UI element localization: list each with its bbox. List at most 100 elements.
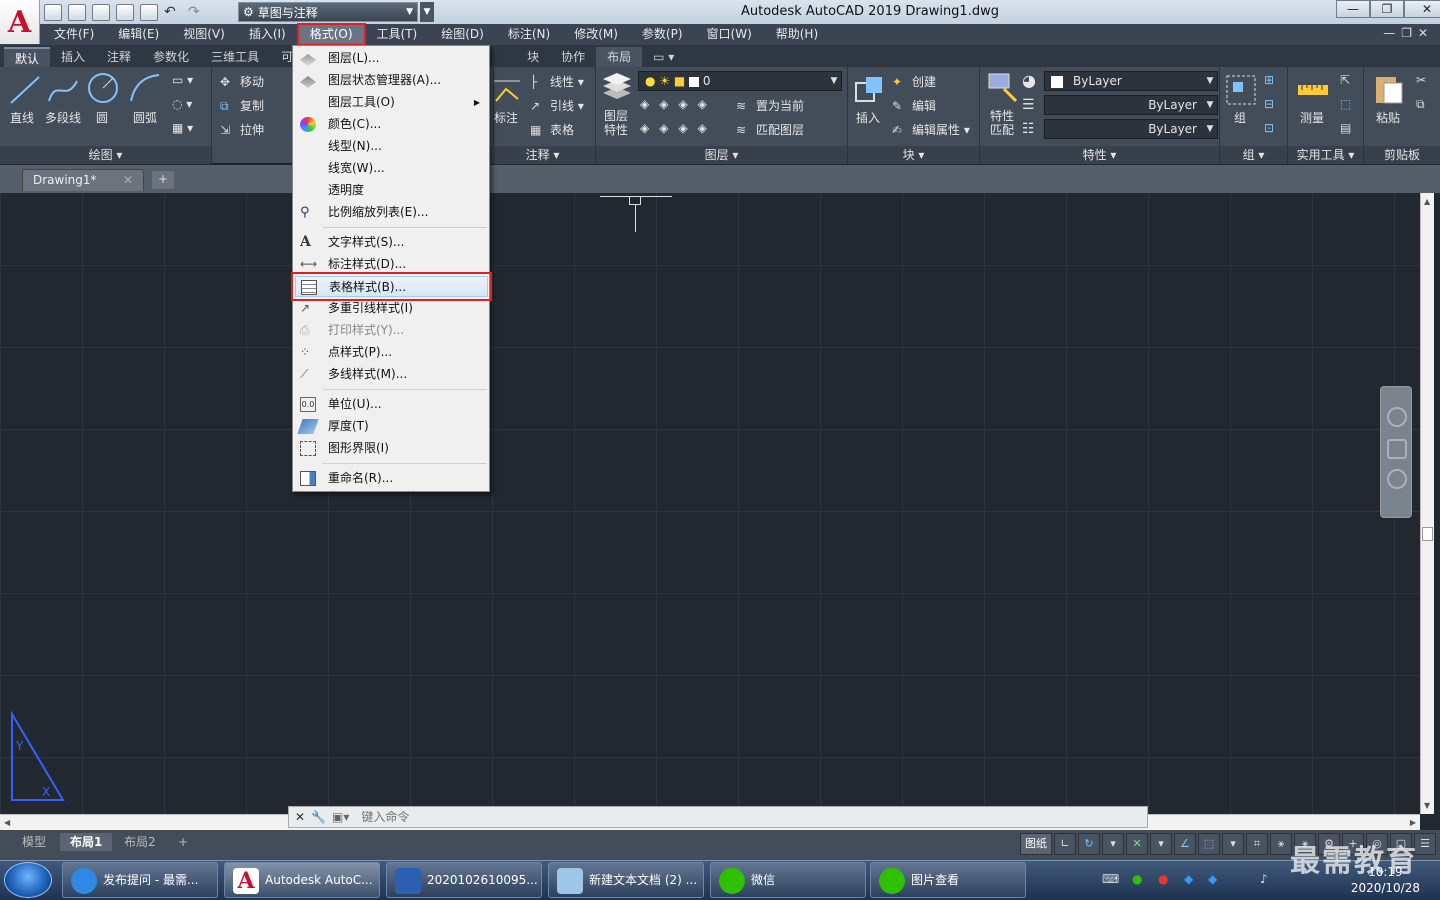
menu-insert[interactable]: 插入(I) (237, 24, 298, 45)
tab-extra-icon[interactable]: ▭ ▾ (642, 47, 685, 67)
scroll-down-icon[interactable]: ▼ (1424, 801, 1430, 810)
menu-window[interactable]: 窗口(W) (695, 24, 764, 45)
arc-icon[interactable] (128, 71, 162, 105)
line-icon[interactable] (8, 73, 42, 107)
linetype-dropdown[interactable]: ByLayer ▼ (1044, 95, 1218, 115)
zoom-extents-icon[interactable] (1387, 469, 1407, 489)
menu-item-linetype[interactable]: 线型(N)... (295, 136, 488, 157)
move-tool[interactable]: ✥ 移动 (220, 73, 264, 91)
osnap-icon[interactable]: ▾ (1150, 833, 1172, 855)
menu-tools[interactable]: 工具(T) (365, 24, 430, 45)
menu-help[interactable]: 帮助(H) (764, 24, 830, 45)
group-label[interactable]: 组 (1234, 109, 1246, 126)
taskbar-item-image-viewer[interactable]: 图片查看 (870, 862, 1026, 898)
quick-select-icon[interactable]: ⇱ (1340, 73, 1350, 87)
selection-cycle-icon[interactable]: ⌗ (1246, 833, 1268, 855)
menu-dimension[interactable]: 标注(N) (496, 24, 562, 45)
gradient-icon[interactable]: ▦ ▾ (172, 121, 193, 135)
annotation-scale-icon[interactable]: ⚹ (1270, 833, 1292, 855)
command-prompt-icon[interactable]: ▣▾ (332, 810, 349, 824)
security-icon[interactable]: ◆ (1184, 872, 1193, 886)
menu-item-layer[interactable]: 图层(L)... (295, 48, 488, 69)
paper-space-toggle[interactable]: 图纸 (1020, 833, 1052, 855)
grid-snap-icon[interactable]: ∟ (1054, 833, 1076, 855)
calculator-icon[interactable]: ▤ (1340, 121, 1351, 135)
panel-clipboard-title[interactable]: 剪贴板 (1364, 146, 1440, 164)
circle-icon[interactable] (86, 71, 120, 105)
new-file-icon[interactable] (44, 3, 62, 21)
tab-parametric[interactable]: 参数化 (142, 47, 200, 67)
menu-item-transparency[interactable]: 透明度 (295, 180, 488, 201)
pan-hand-icon[interactable] (1387, 439, 1407, 459)
menu-edit[interactable]: 编辑(E) (106, 24, 171, 45)
application-menu-button[interactable]: A (0, 0, 40, 44)
menu-item-thickness[interactable]: 厚度(T) (295, 416, 488, 437)
dimension-label[interactable]: 标注 (494, 109, 518, 126)
dynamic-ucs-icon[interactable]: ↻ (1078, 833, 1100, 855)
menu-format[interactable]: 格式(O) (296, 23, 366, 46)
layer-properties-label[interactable]: 图层 特性 (604, 109, 628, 137)
taskbar-item-wechat[interactable]: 微信 (710, 862, 866, 898)
hatch-icon[interactable]: ◌ ▾ (172, 97, 192, 111)
layer-tools-row2[interactable]: ◈◈◈◈ (640, 121, 717, 135)
vertical-scrollbar[interactable]: ▲ ▼ (1420, 193, 1434, 814)
lineweight-dropdown[interactable]: ByLayer ▼ (1044, 119, 1218, 139)
start-button[interactable] (4, 862, 52, 898)
taskbar-item-notepad[interactable]: 新建文本文档 (2) ... (548, 862, 704, 898)
tab-layout[interactable]: 布局 (596, 47, 643, 67)
ortho-icon[interactable]: ▾ (1102, 833, 1124, 855)
layer-dropdown[interactable]: ● ☀ ■ 0 ▼ (638, 71, 842, 91)
add-layout-button[interactable]: + (168, 833, 198, 851)
match-properties-icon[interactable] (986, 71, 1020, 105)
wechat-tray-icon[interactable]: ● (1132, 872, 1142, 886)
close-button[interactable]: ✕ (1404, 0, 1440, 18)
tab-layout1[interactable]: 布局1 (60, 833, 113, 851)
leader-tool[interactable]: ↗ 引线 ▾ (530, 97, 584, 115)
tab-model[interactable]: 模型 (12, 833, 56, 851)
scroll-thumb[interactable] (1422, 527, 1433, 541)
save-as-icon[interactable] (116, 3, 134, 21)
menu-file[interactable]: 文件(F) (42, 24, 106, 45)
menu-draw[interactable]: 绘图(D) (429, 24, 496, 45)
taskbar-item-word[interactable]: 2020102610095... (386, 862, 542, 898)
save-icon[interactable] (92, 3, 110, 21)
layer-properties-icon[interactable] (600, 71, 634, 105)
object-track-icon[interactable]: ∠ (1174, 833, 1196, 855)
rectangle-icon[interactable]: ▭ ▾ (172, 73, 193, 87)
command-input[interactable] (361, 810, 662, 824)
group-select-icon[interactable]: ⊡ (1264, 121, 1274, 135)
menu-item-layer-state[interactable]: 图层状态管理器(A)... (295, 70, 488, 91)
menu-item-layer-tools[interactable]: 图层工具(O) ▶ (295, 92, 488, 113)
tab-insert[interactable]: 插入 (50, 47, 96, 67)
open-file-icon[interactable] (68, 3, 86, 21)
menu-view[interactable]: 视图(V) (171, 24, 237, 45)
measure-icon[interactable] (1296, 73, 1330, 107)
menu-parametric[interactable]: 参数(P) (630, 24, 695, 45)
menu-item-dim-style[interactable]: ⟷ 标注样式(D)... (295, 254, 488, 275)
network-icon[interactable]: ◆ (1208, 872, 1217, 886)
undo-icon[interactable]: ↶ (164, 4, 182, 21)
lineweight-toggle-icon[interactable]: ⬚ (1198, 833, 1220, 855)
menu-item-point-style[interactable]: ⁘ 点样式(P)... (295, 342, 488, 363)
dimension-icon[interactable] (490, 73, 524, 107)
taskbar-item-ie[interactable]: 发布提问 - 最需... (62, 862, 218, 898)
group-icon[interactable] (1224, 73, 1258, 107)
menu-item-units[interactable]: 0.0 单位(U)... (295, 394, 488, 415)
menu-item-lineweight[interactable]: 线宽(W)... (295, 158, 488, 179)
menu-item-mleader-style[interactable]: ↗ 多重引线样式(I) (295, 298, 488, 319)
tab-block[interactable]: 块 (516, 47, 550, 67)
steering-wheel-icon[interactable] (1387, 407, 1407, 427)
panel-properties-title[interactable]: 特性 ▾ (980, 146, 1219, 164)
cut-icon[interactable]: ✂ (1416, 73, 1426, 87)
menu-item-table-style[interactable]: 表格样式(B)... (291, 272, 492, 301)
edit-attribute-tool[interactable]: ✍ 编辑属性 ▾ (892, 121, 970, 139)
polar-icon[interactable]: ✕ (1126, 833, 1148, 855)
keyboard-icon[interactable]: ⌨ (1102, 872, 1119, 886)
edit-block-tool[interactable]: ✎ 编辑 (892, 97, 936, 115)
panel-utilities-title[interactable]: 实用工具 ▾ (1288, 146, 1363, 164)
qat-customize-button[interactable]: ▼ (420, 2, 434, 22)
scroll-right-icon[interactable]: ▶ (1410, 818, 1416, 827)
menu-item-text-style[interactable]: A 文字样式(S)... (295, 232, 488, 253)
workspace-selector[interactable]: ⚙ 草图与注释 ▼ (238, 2, 418, 22)
stretch-tool[interactable]: ⇲ 拉伸 (220, 121, 264, 139)
